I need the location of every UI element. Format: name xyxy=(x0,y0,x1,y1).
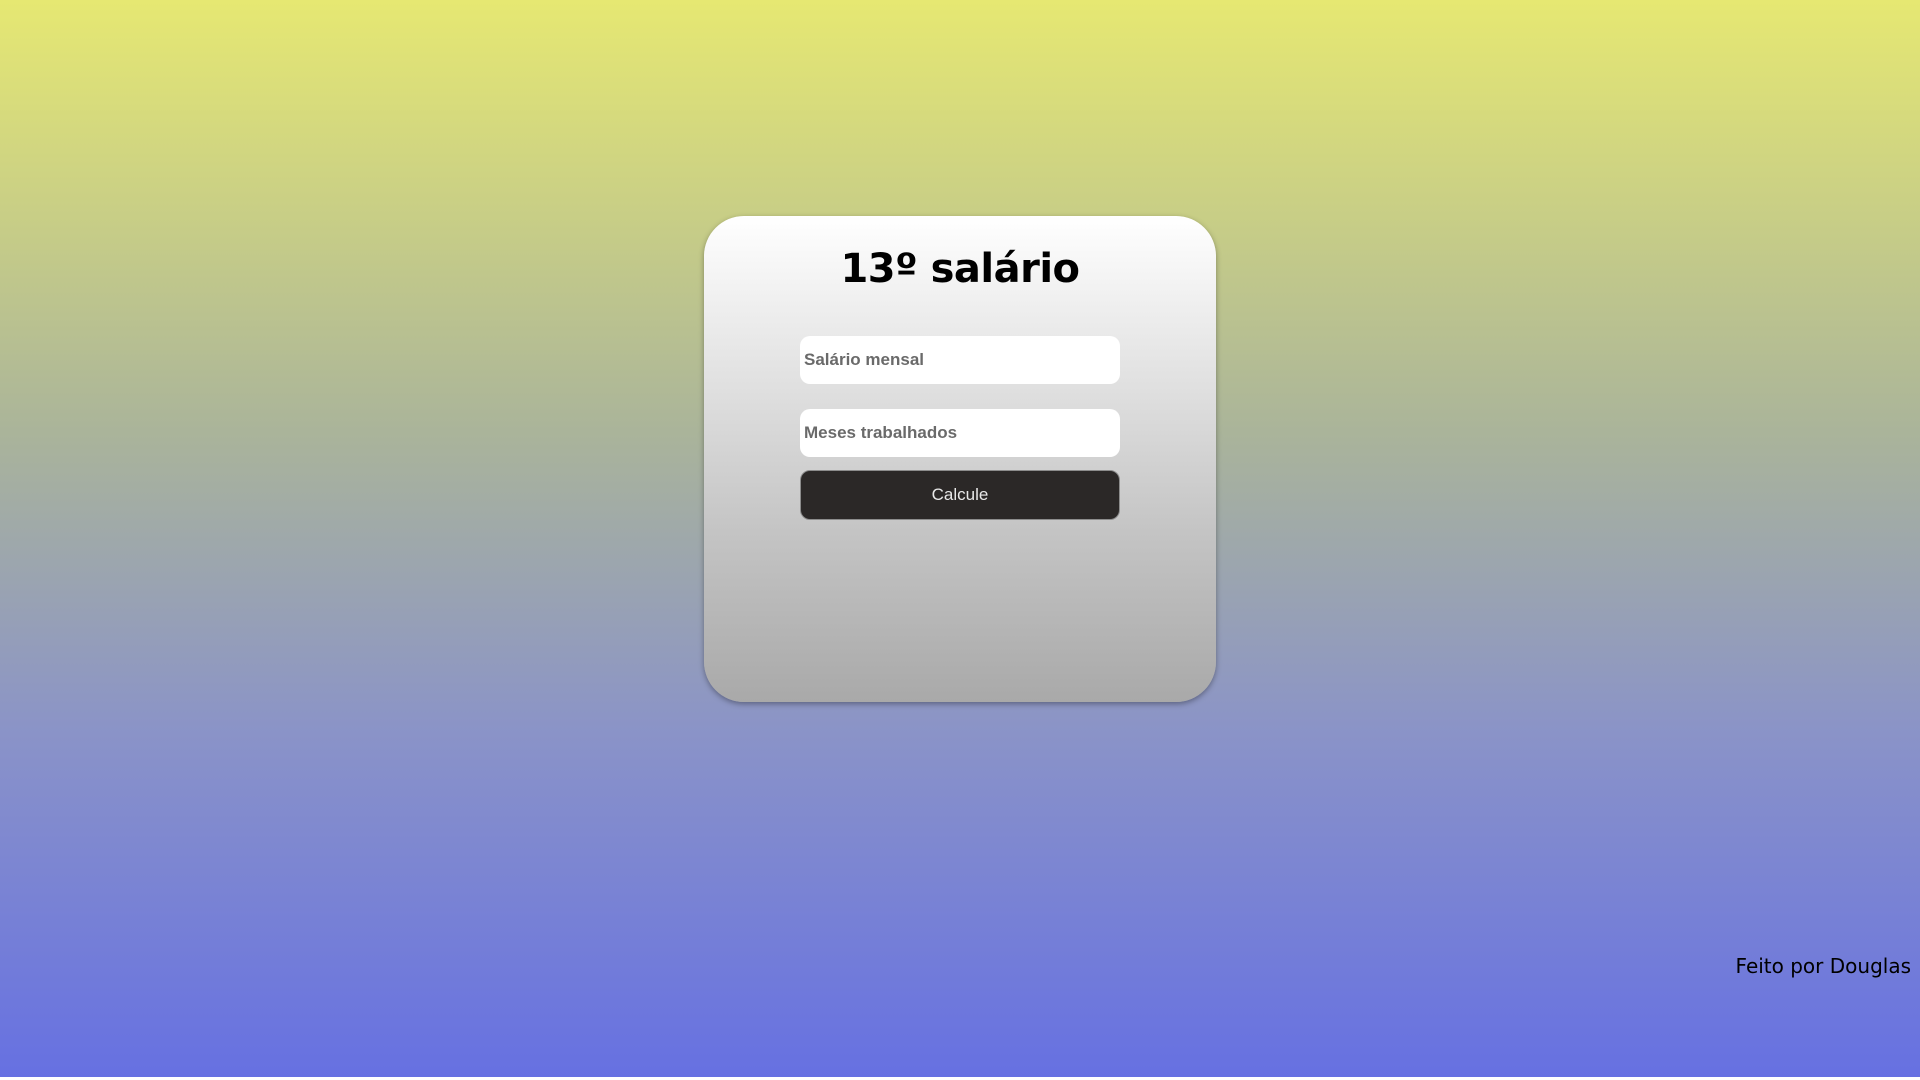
months-worked-input[interactable] xyxy=(800,409,1120,457)
page-title: 13º salário xyxy=(840,246,1080,292)
calculator-card: 13º salário Calcule xyxy=(704,216,1216,702)
calculate-button[interactable]: Calcule xyxy=(800,470,1120,520)
footer-credit: Feito por Douglas xyxy=(1735,954,1911,978)
monthly-salary-input[interactable] xyxy=(800,336,1120,384)
